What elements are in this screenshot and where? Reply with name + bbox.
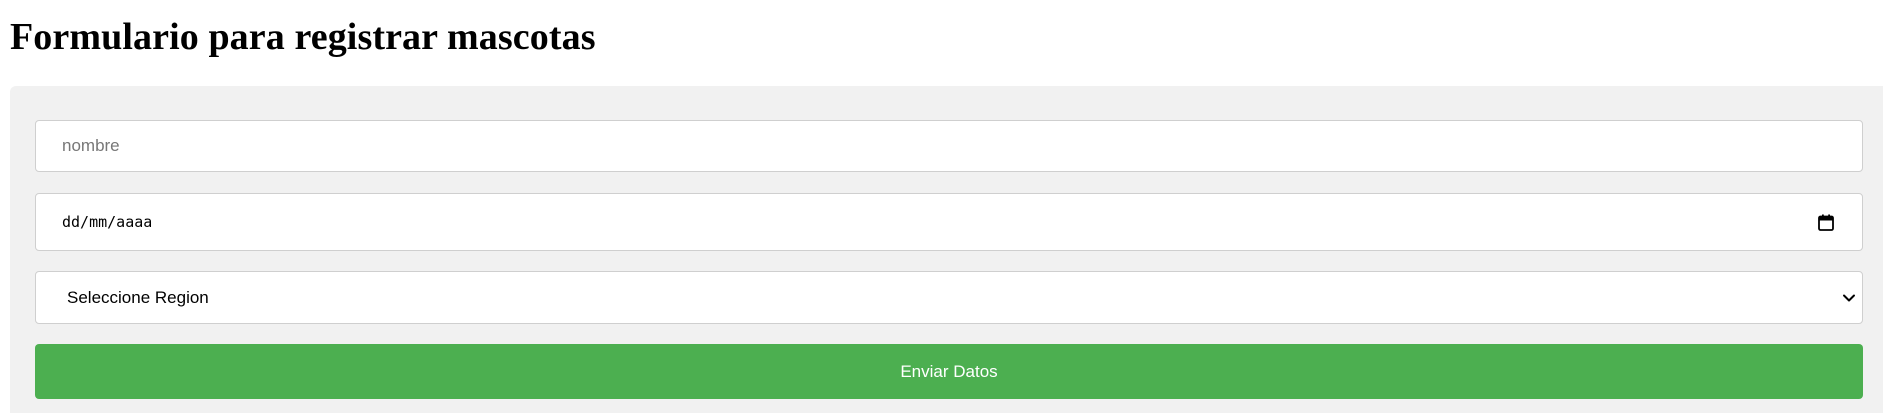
region-select[interactable]: Seleccione Region bbox=[35, 271, 1863, 324]
page-title: Formulario para registrar mascotas bbox=[10, 16, 596, 58]
name-input[interactable] bbox=[35, 120, 1863, 172]
submit-button[interactable]: Enviar Datos bbox=[35, 344, 1863, 399]
region-select-value: Seleccione Region bbox=[67, 287, 209, 307]
pet-registration-form: dd/mm/aaaa Seleccione Region Enviar Dato… bbox=[10, 86, 1883, 413]
calendar-icon[interactable] bbox=[1818, 214, 1834, 231]
birthdate-input[interactable]: dd/mm/aaaa bbox=[35, 193, 1863, 251]
date-placeholder: dd/mm/aaaa bbox=[62, 213, 153, 231]
chevron-down-icon bbox=[1843, 294, 1855, 302]
